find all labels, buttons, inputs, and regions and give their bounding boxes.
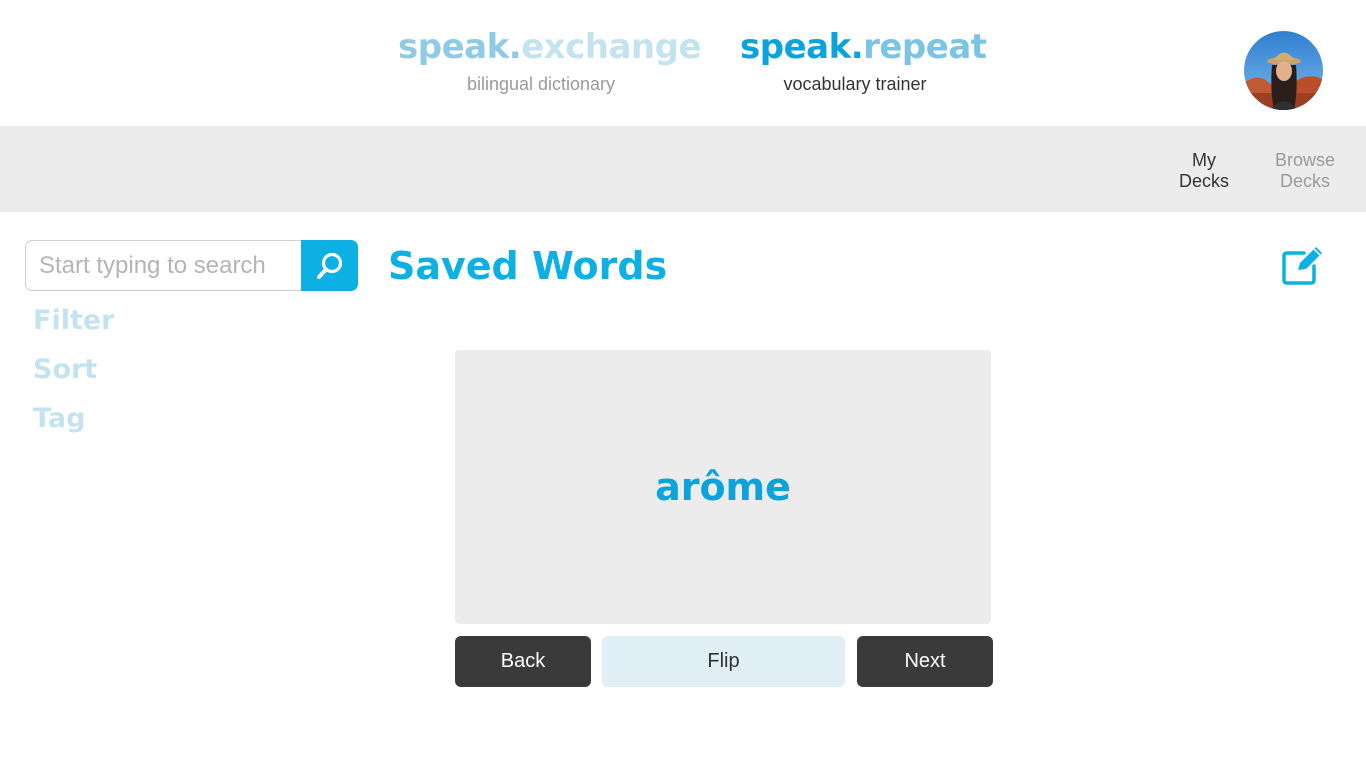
edit-button[interactable]: [1280, 246, 1324, 286]
avatar-image: [1244, 31, 1323, 110]
brand-repeat-title: speak.repeat: [740, 27, 987, 67]
app-header: speak.exchange bilingual dictionary spea…: [0, 0, 1366, 126]
edit-icon: [1282, 247, 1322, 285]
search-input[interactable]: [25, 240, 305, 291]
sidebar-item-filter[interactable]: Filter: [33, 305, 115, 336]
brand-speak-repeat[interactable]: speak.repeat vocabulary trainer: [740, 26, 987, 95]
nav-browse-decks[interactable]: Browse Decks: [1266, 150, 1344, 192]
avatar[interactable]: [1244, 31, 1323, 110]
top-nav-bar: My Decks Browse Decks: [0, 126, 1366, 212]
brand-exchange-subtitle: bilingual dictionary: [466, 74, 616, 94]
search-icon: [316, 252, 342, 279]
back-button[interactable]: Back: [455, 636, 591, 687]
brand-speak-exchange[interactable]: speak.exchange bilingual dictionary: [398, 26, 702, 95]
flip-button[interactable]: Flip: [602, 636, 845, 687]
brand-repeat-subtitle: vocabulary trainer: [783, 74, 927, 94]
brand-exchange-title: speak.exchange: [398, 27, 702, 67]
page-title: Saved Words: [388, 244, 668, 288]
search-button[interactable]: [301, 240, 358, 291]
flashcard-word: arôme: [655, 465, 791, 509]
next-button[interactable]: Next: [857, 636, 993, 687]
sidebar-item-tag[interactable]: Tag: [33, 403, 85, 434]
search-bar: [25, 240, 358, 291]
nav-my-decks[interactable]: My Decks: [1170, 150, 1238, 192]
sidebar-item-sort[interactable]: Sort: [33, 354, 97, 385]
flashcard[interactable]: arôme: [455, 350, 991, 624]
